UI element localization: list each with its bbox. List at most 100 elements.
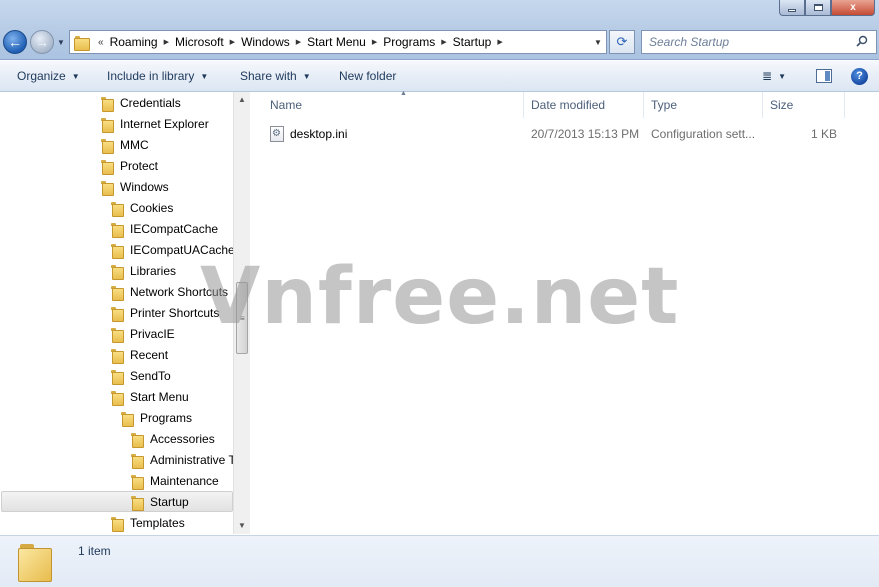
folder-icon [110,222,124,238]
tree-item[interactable]: Startup [1,491,233,512]
address-bar[interactable]: « Roaming ▶ Microsoft ▶ Windows ▶ Start Menu ▶ P… [69,30,607,54]
breadcrumb-item[interactable]: Start Menu [307,35,366,49]
tree-item[interactable]: Recent [110,344,168,365]
address-dropdown[interactable]: ▼ [590,38,606,47]
close-button[interactable]: x [831,0,875,16]
folder-icon [18,542,54,582]
tree-item-label: Libraries [130,263,177,278]
tree-item[interactable]: Templates [110,512,185,533]
tree-item-label: Printer Shortcuts [130,305,220,320]
minimize-button[interactable] [779,0,805,16]
maximize-button[interactable] [805,0,831,16]
forward-arrow-icon: → [35,34,49,50]
navigation-pane: Credentials Internet Explorer MMC Protect Wi… [0,92,250,534]
refresh-button[interactable]: ⟳ [609,30,635,54]
scroll-down-icon[interactable]: ▼ [234,518,250,534]
tree-item[interactable]: Printer Shortcuts [110,302,219,323]
back-button[interactable]: ← [3,30,27,54]
tree-item[interactable]: Internet Explorer [100,113,209,134]
breadcrumb: « Roaming ▶ Microsoft ▶ Windows ▶ Start Menu ▶ P… [92,31,590,53]
tree-item-label: Programs [140,410,193,425]
file-name: desktop.ini [290,127,348,141]
share-with-menu[interactable]: Share with ▼ [240,69,311,83]
help-icon: ? [856,70,863,82]
close-icon: x [850,2,856,13]
folder-icon [74,35,90,51]
tree-item-label: Cookies [130,200,174,215]
views-icon: ≣ [762,69,773,83]
preview-pane-button[interactable] [816,69,832,83]
recent-pages-dropdown[interactable]: ▼ [57,38,65,47]
breadcrumb-separator-icon[interactable]: ▶ [158,38,175,46]
folder-icon [110,516,124,532]
folder-icon [130,495,144,511]
sort-ascending-icon: ▲ [400,90,407,97]
include-in-library-menu[interactable]: Include in library ▼ [107,69,208,83]
file-list: Name ▲ Date modified Type Size desktop.i… [251,90,879,534]
column-name-label: Name [270,98,303,112]
tree-item-label: Windows [120,179,169,194]
folder-icon [110,327,124,343]
breadcrumb-separator-icon[interactable]: ▶ [491,38,508,46]
tree-item[interactable]: Cookies [110,197,173,218]
command-bar: Organize ▼ Include in library ▼ Share with… [0,61,879,92]
breadcrumb-separator-icon[interactable]: ▶ [290,38,307,46]
folder-icon [100,180,114,196]
tree-item[interactable]: IECompatUACache [110,239,235,260]
tree-item-label: Maintenance [150,473,219,488]
tree-item[interactable]: Start Menu [110,386,189,407]
tree-item-label: PrivacIE [130,326,175,341]
organize-menu[interactable]: Organize ▼ [17,69,80,83]
new-folder-label: New folder [339,69,397,83]
folder-icon [110,348,124,364]
tree-item-label: Network Shortcuts [130,284,229,299]
column-header-size[interactable]: Size [763,92,845,118]
tree-item-label: MMC [120,137,149,152]
file-name-cell: desktop.ini [270,123,347,145]
breadcrumb-item[interactable]: Programs [383,35,435,49]
tree-item[interactable]: MMC [100,134,149,155]
new-folder-button[interactable]: New folder [339,69,396,83]
file-type: Configuration sett... [651,127,756,141]
tree-item[interactable]: Protect [100,155,158,176]
column-size-label: Size [770,98,794,112]
breadcrumb-separator-icon[interactable]: ▶ [224,38,241,46]
tree-item[interactable]: PrivacIE [110,323,175,344]
column-header-name[interactable]: Name ▲ [263,90,524,118]
column-header-date-modified[interactable]: Date modified [524,92,644,118]
tree-item[interactable]: Programs [120,407,192,428]
scroll-up-icon[interactable]: ▲ [234,92,250,108]
breadcrumb-item[interactable]: Microsoft [175,35,224,49]
tree-item-label: Administrative T [150,452,236,467]
navigation-scrollbar[interactable]: ▲ ≡ ▼ [233,92,250,534]
tree-item[interactable]: Credentials [100,92,181,113]
forward-button[interactable]: → [30,30,54,54]
overflow-chevron-icon[interactable]: « [92,37,110,48]
breadcrumb-separator-icon[interactable]: ▶ [366,38,383,46]
change-view-button[interactable]: ≣ ▼ [762,69,786,83]
tree-item[interactable]: Windows [100,176,169,197]
tree-item-label: SendTo [130,368,171,383]
help-button[interactable]: ? [851,67,868,85]
breadcrumb-item[interactable]: Windows [241,35,290,49]
tree-item[interactable]: SendTo [110,365,171,386]
scrollbar-thumb[interactable]: ≡ [236,282,248,354]
share-with-label: Share with [240,69,297,83]
tree-item[interactable]: Libraries [110,260,176,281]
file-row[interactable]: desktop.ini 20/7/2013 15:13 PM Configura… [263,123,845,145]
details-pane: 1 item [0,535,879,587]
tree-item-label: Start Menu [130,389,189,404]
search-input[interactable]: Search Startup [642,35,856,49]
folder-icon [110,243,124,259]
breadcrumb-item[interactable]: Startup [453,35,492,49]
column-header-type[interactable]: Type [644,92,763,118]
tree-item[interactable]: Network Shortcuts [110,281,228,302]
tree-item[interactable]: Administrative T [130,449,236,470]
breadcrumb-separator-icon[interactable]: ▶ [435,38,452,46]
folder-icon [110,369,124,385]
search-box[interactable]: Search Startup [641,30,877,54]
tree-item[interactable]: IECompatCache [110,218,218,239]
tree-item[interactable]: Maintenance [130,470,219,491]
breadcrumb-item[interactable]: Roaming [110,35,158,49]
tree-item[interactable]: Accessories [130,428,215,449]
